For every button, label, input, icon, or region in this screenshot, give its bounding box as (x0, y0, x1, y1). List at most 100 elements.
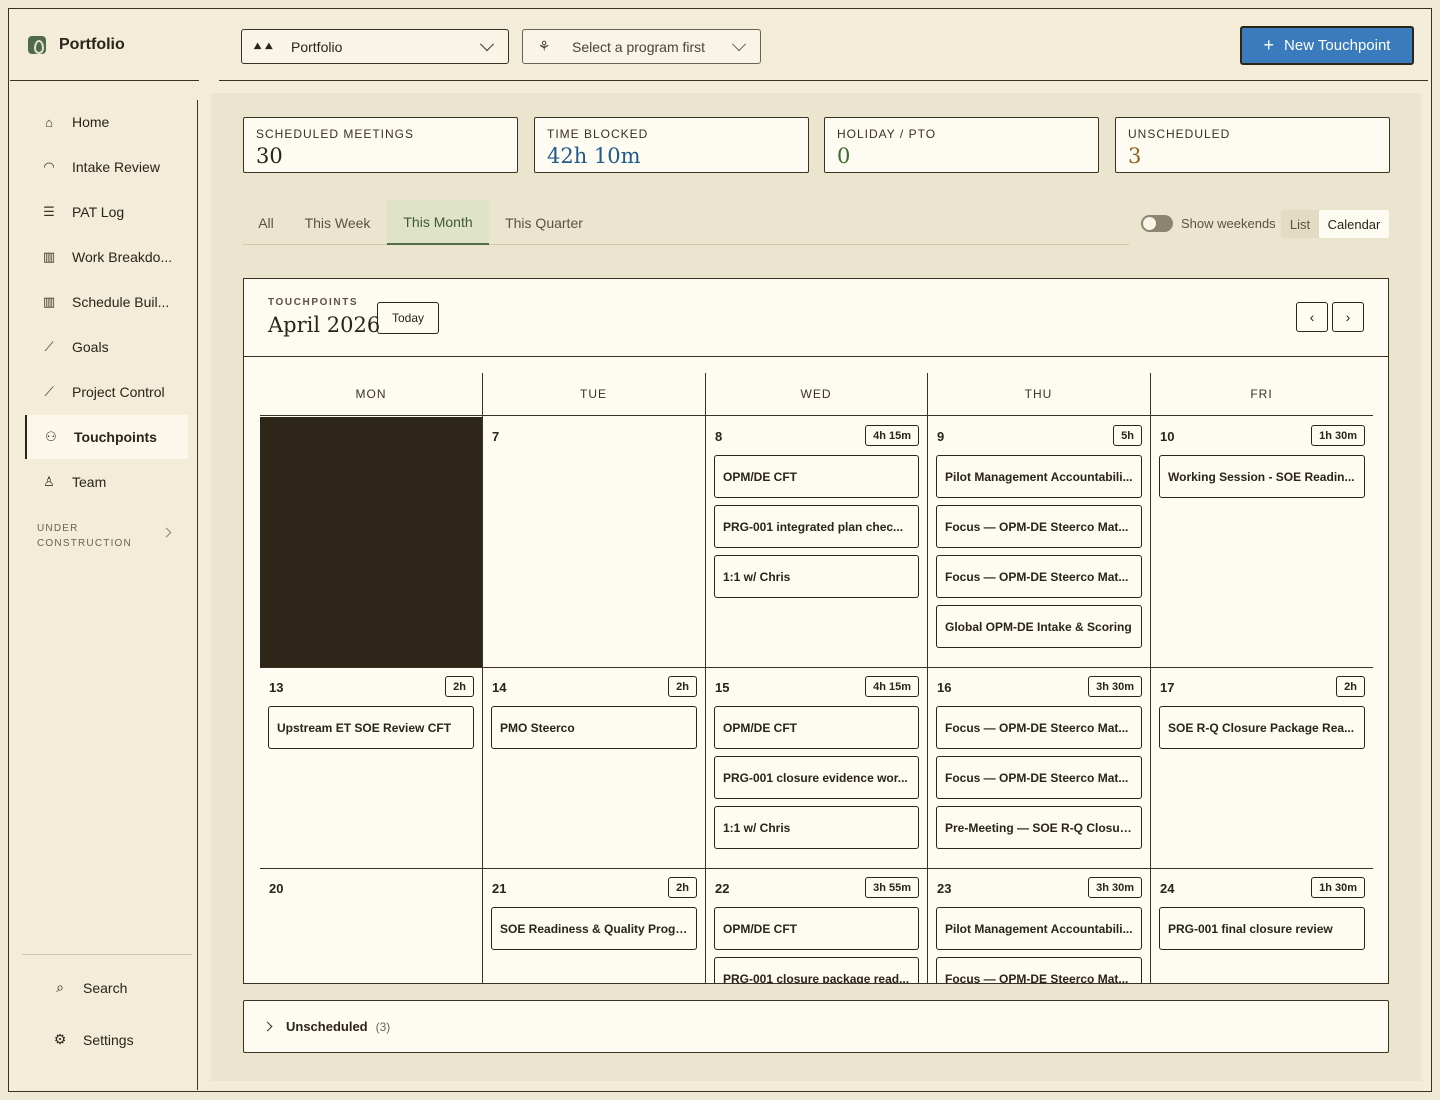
event-chip[interactable]: PRG-001 final closure review (1159, 907, 1365, 950)
sidebar-item-schedule-buil[interactable]: ▥ Schedule Buil... (25, 280, 188, 324)
calendar-header: TOUCHPOINTS April 2026 Today ‹ › (244, 279, 1388, 357)
day-number: 24 (1160, 881, 1175, 896)
day-cell[interactable]: 24 1h 30m PRG-001 final closure review (1151, 869, 1373, 983)
sidebar-search-label: Search (83, 979, 128, 996)
sidebar-item-label: Work Breakdo... (72, 249, 173, 265)
event-title: Pilot Management Accountabili... (945, 921, 1133, 936)
event-chip[interactable]: OPM/DE CFT (714, 706, 919, 749)
gauge-icon: ◠ (43, 159, 55, 174)
sidebar-divider (22, 954, 192, 955)
sidebar-item-touchpoints[interactable]: ⚇ Touchpoints (25, 415, 188, 459)
day-number: 9 (937, 429, 945, 444)
brand-divider (10, 80, 199, 81)
view-list-option[interactable]: List (1281, 210, 1319, 238)
event-title: 1:1 w/ Chris (723, 820, 791, 835)
event-chip[interactable]: SOE Readiness & Quality Progr... (491, 907, 697, 950)
today-button[interactable]: Today (377, 302, 439, 334)
event-chip[interactable]: 1:1 w/ Chris (714, 806, 919, 849)
sub-program-select-value: Select a program first (572, 38, 706, 55)
sidebar-item-team[interactable]: ♙ Team (25, 460, 188, 504)
tab-this-month[interactable]: This Month (387, 200, 489, 245)
event-chip[interactable]: Upstream ET SOE Review CFT (268, 706, 474, 749)
sidebar-item-goals[interactable]: ⟋ Goals (25, 325, 188, 369)
event-chip[interactable]: OPM/DE CFT (714, 455, 919, 498)
duration-badge: 2h (668, 676, 697, 697)
day-cell[interactable]: 13 2h Upstream ET SOE Review CFT (260, 668, 482, 868)
event-chip[interactable]: OPM/DE CFT (714, 907, 919, 950)
day-number: 10 (1160, 429, 1175, 444)
tab-this-quarter[interactable]: This Quarter (489, 200, 599, 245)
stat-label: TIME BLOCKED (547, 127, 649, 141)
day-cell[interactable]: 10 1h 30m Working Session - SOE Readin... (1151, 417, 1373, 667)
search-icon: ⌕ (56, 979, 64, 995)
event-chip[interactable]: PRG-001 integrated plan chec... (714, 505, 919, 548)
sidebar-search[interactable]: ⌕ Search (52, 979, 127, 996)
event-chip[interactable]: Pilot Management Accountabili... (936, 455, 1142, 498)
sidebar-settings[interactable]: ⚙ Settings (52, 1031, 134, 1048)
tab-this-week[interactable]: This Week (289, 200, 386, 245)
event-chip[interactable]: Working Session - SOE Readin... (1159, 455, 1365, 498)
day-cell[interactable]: 15 4h 15m OPM/DE CFT PRG-001 closure eviden… (706, 668, 927, 868)
view-calendar-option[interactable]: Calendar (1319, 210, 1389, 238)
event-title: Focus — OPM-DE Steerco Mat... (945, 519, 1129, 534)
sidebar-item-project-control[interactable]: ⟋ Project Control (25, 370, 188, 414)
event-chip[interactable]: Focus — OPM-DE Steerco Mat... (936, 505, 1142, 548)
sidebar-item-work-breakdo[interactable]: ▥ Work Breakdo... (25, 235, 188, 279)
event-chip[interactable]: Focus — OPM-DE Steerco Mat... (936, 706, 1142, 749)
sub-program-select[interactable]: ⚘ Select a program first (522, 29, 761, 64)
brand[interactable]: Portfolio (28, 36, 125, 54)
show-weekends-toggle[interactable] (1141, 215, 1173, 232)
prev-month-button[interactable]: ‹ (1296, 302, 1328, 332)
day-cell[interactable]: 20 (260, 869, 482, 983)
sidebar-item-intake-review[interactable]: ◠ Intake Review (25, 145, 188, 189)
under-construction-label[interactable]: UNDER CONSTRUCTION (37, 521, 132, 551)
event-title: Focus — OPM-DE Steerco Mat... (945, 569, 1129, 584)
stat-card: HOLIDAY / PTO 0 (824, 117, 1099, 173)
day-cell[interactable]: 7 (483, 417, 705, 667)
day-cell[interactable]: 8 4h 15m OPM/DE CFT PRG-001 integrated plan… (706, 417, 927, 667)
event-chip[interactable]: Pre-Meeting — SOE R-Q Closur... (936, 806, 1142, 849)
program-select-value: Portfolio (291, 38, 343, 55)
day-cell[interactable]: 22 3h 55m OPM/DE CFT PRG-001 closure packag… (706, 869, 927, 983)
program-select[interactable]: ⯅⯅ Portfolio (241, 29, 509, 64)
new-touchpoint-button[interactable]: + New Touchpoint (1240, 26, 1414, 65)
stat-value: 3 (1128, 144, 1142, 168)
stat-value: 42h 10m (547, 144, 641, 168)
event-chip[interactable]: Global OPM-DE Intake & Scoring (936, 605, 1142, 648)
brand-logo-icon (28, 36, 46, 54)
tab-all[interactable]: All (243, 200, 289, 245)
sidebar-item-pat-log[interactable]: ☰ PAT Log (25, 190, 188, 234)
event-chip[interactable]: PRG-001 closure package read... (714, 957, 919, 983)
sidebar-item-home[interactable]: ⌂ Home (25, 100, 188, 144)
day-number: 14 (492, 680, 507, 695)
event-chip[interactable]: 1:1 w/ Chris (714, 555, 919, 598)
stat-value: 30 (256, 144, 283, 168)
unscheduled-section[interactable]: Unscheduled (3) (243, 1000, 1389, 1053)
event-chip[interactable]: PRG-001 closure evidence wor... (714, 756, 919, 799)
gear-icon: ⚙ (53, 1031, 67, 1047)
event-chip[interactable]: PMO Steerco (491, 706, 697, 749)
day-cell[interactable]: 9 5h Pilot Management Accountabili... Focus… (928, 417, 1150, 667)
duration-badge: 4h 15m (865, 676, 919, 697)
event-chip[interactable]: SOE R-Q Closure Package Rea... (1159, 706, 1365, 749)
day-cell[interactable]: 17 2h SOE R-Q Closure Package Rea... (1151, 668, 1373, 868)
show-weekends-label: Show weekends (1181, 216, 1276, 231)
day-cell[interactable]: 21 2h SOE Readiness & Quality Progr... (483, 869, 705, 983)
sidebar-item-label: Goals (72, 339, 109, 355)
next-month-button[interactable]: › (1332, 302, 1364, 332)
duration-badge: 5h (1113, 425, 1142, 446)
calendar-kicker: TOUCHPOINTS (268, 297, 359, 308)
day-cell[interactable]: 16 3h 30m Focus — OPM-DE Steerco Mat... Foc… (928, 668, 1150, 868)
stat-card: UNSCHEDULED 3 (1115, 117, 1390, 173)
home-icon: ⌂ (45, 114, 53, 130)
event-chip[interactable]: Focus — OPM-DE Steerco Mat... (936, 957, 1142, 983)
duration-badge: 4h 15m (865, 425, 919, 446)
event-chip[interactable]: Pilot Management Accountabili... (936, 907, 1142, 950)
duration-badge: 1h 30m (1311, 425, 1365, 446)
day-cell[interactable]: 23 3h 30m Pilot Management Accountabili...… (928, 869, 1150, 983)
chevron-right-icon[interactable] (161, 527, 172, 538)
day-cell[interactable]: 14 2h PMO Steerco (483, 668, 705, 868)
event-chip[interactable]: Focus — OPM-DE Steerco Mat... (936, 555, 1142, 598)
main-panel: SCHEDULED MEETINGS 30 TIME BLOCKED 42h 10m H… (211, 93, 1421, 1081)
event-chip[interactable]: Focus — OPM-DE Steerco Mat... (936, 756, 1142, 799)
